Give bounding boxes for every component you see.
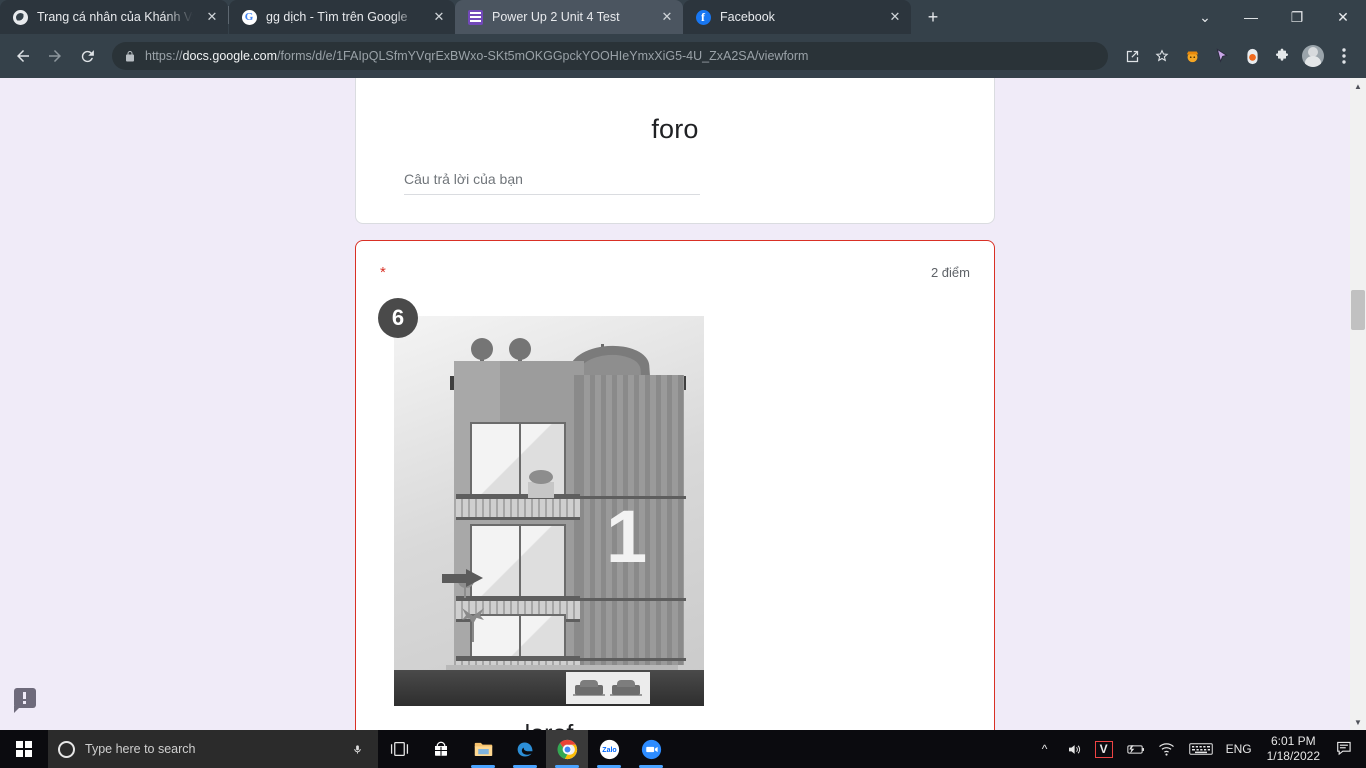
page-scrollbar[interactable]: ▲ ▼ xyxy=(1350,78,1366,730)
tab-close-button[interactable]: ✕ xyxy=(657,7,677,27)
rail-extension-2 xyxy=(456,598,686,601)
system-tray: ^ V ENG 6:01 PM 1/18/2022 xyxy=(1031,730,1366,768)
windows-taskbar: Type here to search Zalo ^ V ENG 6:01 PM… xyxy=(0,730,1366,768)
tab-title: Trang cá nhân của Khánh Vy Phư xyxy=(37,10,193,24)
extension-pill-icon[interactable] xyxy=(1238,42,1266,70)
planter-floor-3 xyxy=(528,470,554,498)
rail-extension-3 xyxy=(456,496,686,499)
extension-orange-icon[interactable] xyxy=(1178,42,1206,70)
volume-icon[interactable] xyxy=(1059,730,1089,768)
browser-tab-1[interactable]: Trang cá nhân của Khánh Vy Phư ✕ xyxy=(0,0,228,34)
image-caption-text: lorof xyxy=(394,720,704,730)
question-image: 6 1 xyxy=(378,298,704,730)
browser-tab-4[interactable]: f Facebook ✕ xyxy=(683,0,911,34)
tab-close-button[interactable]: ✕ xyxy=(202,7,222,27)
chrome-menu-icon[interactable] xyxy=(1330,42,1358,70)
svg-text:Zalo: Zalo xyxy=(602,747,616,754)
extension-cursor-icon[interactable] xyxy=(1208,42,1236,70)
clock-time: 6:01 PM xyxy=(1270,734,1316,748)
question-card-previous: foro xyxy=(355,78,995,224)
keyboard-icon[interactable] xyxy=(1183,730,1219,768)
forward-button[interactable] xyxy=(40,41,70,71)
window-controls: ⌄ — ❐ ✕ xyxy=(1182,0,1366,34)
bookmark-star-icon[interactable] xyxy=(1148,42,1176,70)
browser-tab-2[interactable]: G gg dịch - Tìm trên Google ✕ xyxy=(229,0,455,34)
windows-logo-icon xyxy=(16,741,32,757)
floor-number-label: 1 xyxy=(606,494,648,578)
microsoft-store-icon[interactable] xyxy=(420,730,462,768)
points-label: 2 điểm xyxy=(930,265,970,280)
microphone-icon[interactable] xyxy=(352,742,368,757)
clock-date: 1/18/2022 xyxy=(1266,749,1320,763)
short-answer-field[interactable] xyxy=(404,171,700,195)
scroll-up-arrow[interactable]: ▲ xyxy=(1350,78,1366,94)
language-indicator[interactable]: ENG xyxy=(1219,730,1259,768)
question-title-image-text: foro xyxy=(651,114,699,144)
scrollbar-thumb[interactable] xyxy=(1351,290,1365,330)
task-view-icon[interactable] xyxy=(378,730,420,768)
answer-input[interactable] xyxy=(404,171,700,187)
image-badge-number: 6 xyxy=(378,298,418,338)
lock-icon xyxy=(124,50,136,63)
reload-button[interactable] xyxy=(72,41,102,71)
scroll-down-arrow[interactable]: ▼ xyxy=(1350,714,1366,730)
zoom-icon[interactable] xyxy=(630,730,672,768)
tab-close-button[interactable]: ✕ xyxy=(429,7,449,27)
rail-extension-1 xyxy=(456,658,686,661)
address-bar[interactable]: https://docs.google.com/forms/d/e/1FAIpQ… xyxy=(112,42,1108,70)
car-right xyxy=(610,680,642,698)
notification-icon[interactable] xyxy=(1328,730,1362,768)
tab-search-chevron-icon[interactable]: ⌄ xyxy=(1182,1,1228,33)
tab-strip: Trang cá nhân của Khánh Vy Phư ✕ G gg dị… xyxy=(0,0,1366,34)
car-left xyxy=(573,680,605,698)
clock[interactable]: 6:01 PM 1/18/2022 xyxy=(1259,730,1328,768)
wifi-icon[interactable] xyxy=(1151,730,1183,768)
profile-avatar[interactable] xyxy=(1302,45,1324,67)
edge-icon[interactable] xyxy=(504,730,546,768)
browser-toolbar: https://docs.google.com/forms/d/e/1FAIpQ… xyxy=(0,34,1366,78)
tab-title: Facebook xyxy=(720,10,775,24)
question-card-current: * 2 điểm 6 1 xyxy=(355,240,995,730)
extensions-puzzle-icon[interactable] xyxy=(1268,42,1296,70)
pointer-arrow-icon xyxy=(442,569,483,587)
start-button[interactable] xyxy=(0,730,48,768)
file-explorer-icon[interactable] xyxy=(462,730,504,768)
taskbar-search[interactable]: Type here to search xyxy=(48,730,378,768)
balcony-palm-1 xyxy=(472,620,474,642)
zalo-icon[interactable]: Zalo xyxy=(588,730,630,768)
show-hidden-icons-chevron[interactable]: ^ xyxy=(1031,730,1059,768)
required-marker: * xyxy=(380,264,386,281)
facebook-icon: f xyxy=(695,9,711,25)
window-floor-2 xyxy=(470,524,566,600)
globe-icon xyxy=(12,9,28,25)
minimize-button[interactable]: — xyxy=(1228,1,1274,33)
garage xyxy=(566,672,650,704)
search-placeholder: Type here to search xyxy=(85,742,196,756)
close-window-button[interactable]: ✕ xyxy=(1320,1,1366,33)
page-viewport: foro * 2 điểm 6 xyxy=(0,78,1366,730)
tab-title: Power Up 2 Unit 4 Test xyxy=(492,10,620,24)
toolbar-actions xyxy=(1118,42,1358,70)
feedback-icon[interactable] xyxy=(14,688,36,713)
google-form-column: foro * 2 điểm 6 xyxy=(355,78,995,730)
cortana-icon xyxy=(58,740,75,758)
tab-title: gg dịch - Tìm trên Google xyxy=(266,10,408,24)
browser-tab-3-active[interactable]: Power Up 2 Unit 4 Test ✕ xyxy=(455,0,683,34)
question-header: * 2 điểm xyxy=(380,265,970,280)
chrome-icon[interactable] xyxy=(546,730,588,768)
tab-close-button[interactable]: ✕ xyxy=(885,7,905,27)
share-icon[interactable] xyxy=(1118,42,1146,70)
url-text: https://docs.google.com/forms/d/e/1FAIpQ… xyxy=(145,49,809,63)
unikey-icon[interactable]: V xyxy=(1089,730,1119,768)
google-forms-icon xyxy=(467,9,483,25)
battery-charging-icon[interactable] xyxy=(1119,730,1151,768)
building-illustration: 1 xyxy=(394,316,704,706)
ground-strip xyxy=(394,670,704,706)
maximize-button[interactable]: ❐ xyxy=(1274,1,1320,33)
back-button[interactable] xyxy=(8,41,38,71)
google-icon: G xyxy=(241,9,257,25)
new-tab-button[interactable]: + xyxy=(919,3,947,31)
